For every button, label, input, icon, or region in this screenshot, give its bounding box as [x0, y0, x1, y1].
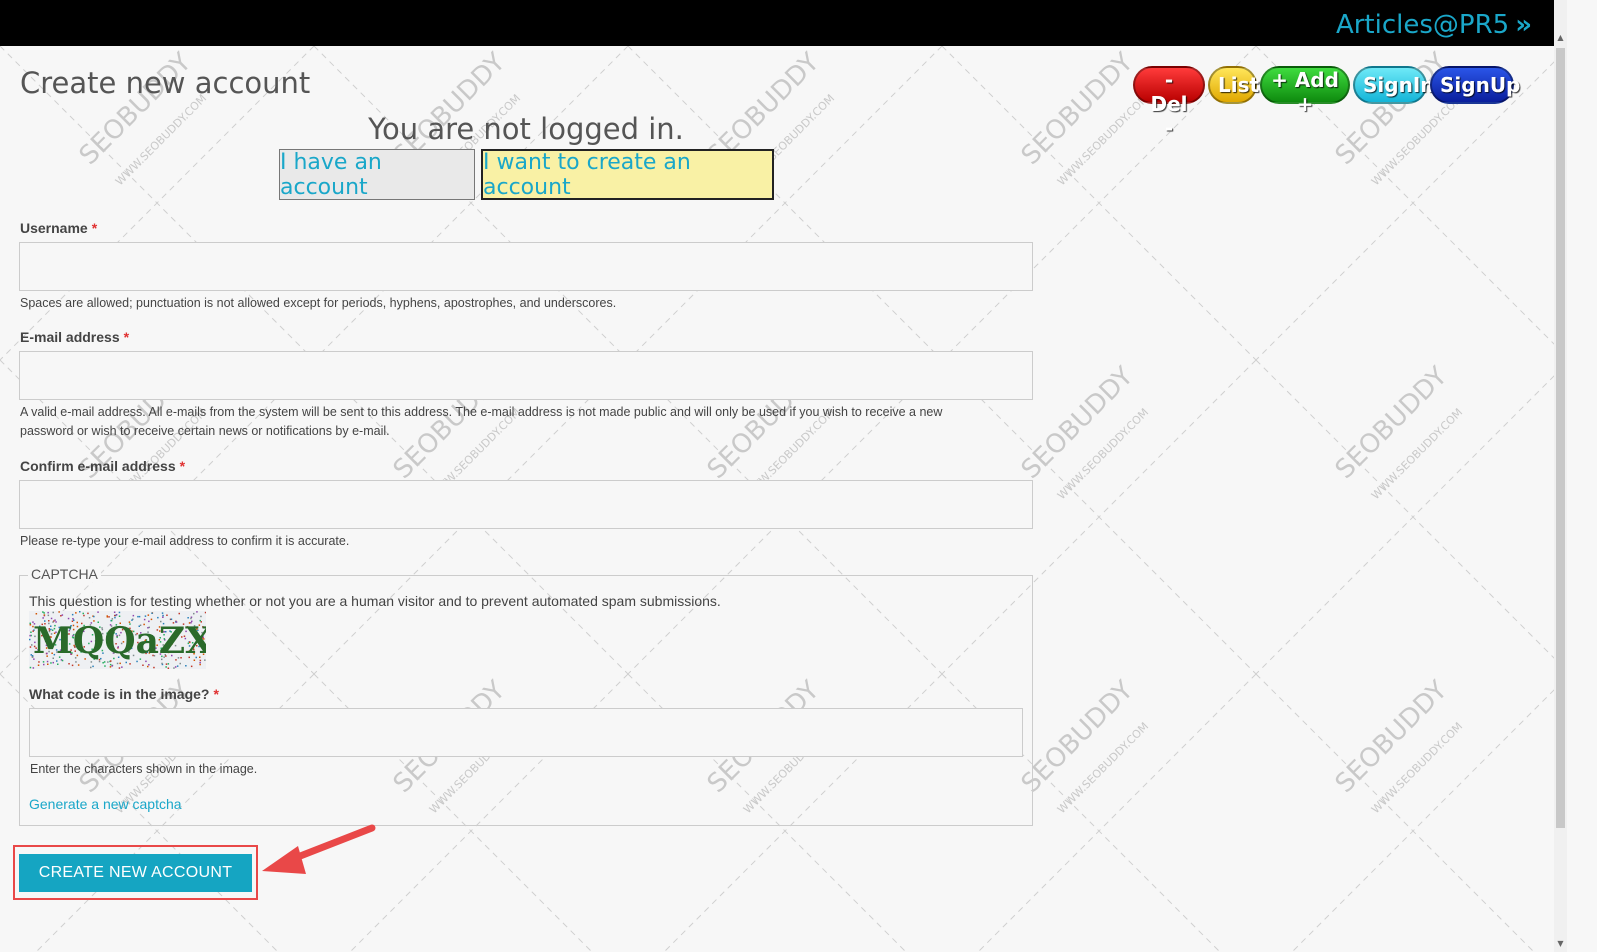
username-label: Username * — [20, 220, 97, 236]
vertical-scrollbar[interactable]: ▲ ▼ — [1554, 0, 1567, 952]
captcha-description: This question is for testing whether or … — [29, 593, 721, 609]
scroll-thumb[interactable] — [1556, 48, 1565, 828]
email-label: E-mail address * — [20, 329, 129, 345]
action-pill-bar: - Del - List + Add + SignIn SignUp — [1133, 66, 1520, 140]
create-account-tab[interactable]: I want to create an account — [481, 149, 774, 200]
required-marker: * — [123, 329, 130, 345]
login-status-text: You are not logged in. — [368, 112, 684, 146]
regenerate-captcha-link[interactable]: Generate a new captcha — [29, 796, 182, 812]
watermark-brand: SEOBUDDY — [1016, 47, 1140, 171]
captcha-help: Enter the characters shown in the image. — [30, 762, 258, 776]
del-button[interactable]: - Del - — [1133, 66, 1205, 140]
captcha-input[interactable] — [29, 708, 1023, 757]
page-title: Create new account — [20, 66, 311, 100]
email-label-text: E-mail address — [20, 329, 120, 345]
confirm-email-label: Confirm e-mail address * — [20, 458, 185, 474]
confirm-email-help: Please re-type your e-mail address to co… — [20, 534, 350, 548]
username-label-text: Username — [20, 220, 88, 236]
captcha-image-text: MQQaZX — [33, 620, 206, 662]
watermark-brand: SEOBUDDY — [1016, 675, 1140, 799]
double-chevron-right-icon: » — [1515, 10, 1532, 40]
brand-label: Articles@PR5 — [1335, 10, 1510, 40]
captcha-code-label-text: What code is in the image? — [29, 686, 210, 702]
captcha-legend: CAPTCHA — [28, 566, 101, 582]
watermark-domain: WWW.SEOBUDDY.COM — [1369, 720, 1465, 816]
have-account-tab[interactable]: I have an account — [279, 149, 475, 200]
watermark-domain: WWW.SEOBUDDY.COM — [1369, 406, 1465, 502]
captcha-code-label: What code is in the image? * — [29, 686, 219, 702]
signin-button[interactable]: SignIn — [1353, 66, 1435, 104]
watermark-domain: WWW.SEOBUDDY.COM — [1055, 406, 1151, 502]
add-button[interactable]: + Add + — [1260, 66, 1350, 116]
scroll-up-arrow-icon[interactable]: ▲ — [1555, 32, 1566, 44]
top-bar: Articles@PR5» — [0, 0, 1554, 46]
confirm-email-label-text: Confirm e-mail address — [20, 458, 176, 474]
email-help-line-1: A valid e-mail address. All e-mails from… — [20, 405, 943, 419]
watermark-brand: SEOBUDDY — [1330, 361, 1454, 485]
required-marker: * — [213, 686, 219, 702]
confirm-email-input[interactable] — [19, 480, 1033, 529]
create-account-button[interactable]: CREATE NEW ACCOUNT — [19, 854, 252, 892]
signup-button[interactable]: SignUp — [1430, 66, 1520, 104]
watermark-brand: SEOBUDDY — [1016, 361, 1140, 485]
list-button[interactable]: List — [1208, 66, 1259, 104]
username-input[interactable] — [19, 242, 1033, 291]
email-input[interactable] — [19, 351, 1033, 400]
required-marker: * — [179, 458, 186, 474]
brand-link[interactable]: Articles@PR5» — [1336, 10, 1532, 40]
required-marker: * — [91, 220, 98, 236]
watermark-domain: WWW.SEOBUDDY.COM — [1369, 92, 1465, 188]
watermark-brand: SEOBUDDY — [1330, 675, 1454, 799]
captcha-image: MQQaZX — [29, 611, 206, 669]
watermark-domain: WWW.SEOBUDDY.COM — [1055, 92, 1151, 188]
email-help-line-2: password or wish to receive certain news… — [20, 424, 390, 438]
scroll-down-arrow-icon[interactable]: ▼ — [1555, 938, 1566, 950]
username-help: Spaces are allowed; punctuation is not a… — [20, 296, 617, 310]
watermark-domain: WWW.SEOBUDDY.COM — [1055, 720, 1151, 816]
